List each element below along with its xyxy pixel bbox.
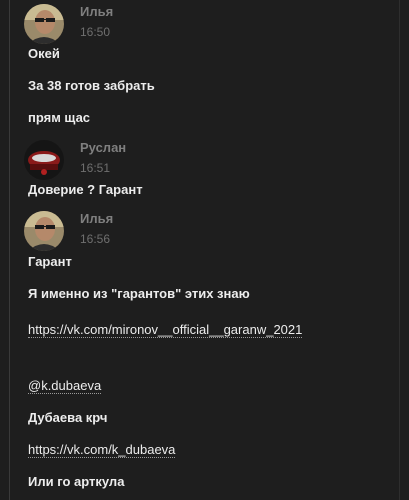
thread-rail: [9, 0, 10, 500]
timestamp: 16:56: [80, 232, 111, 246]
ilya-avatar-icon: [24, 211, 64, 251]
ruslan-avatar-icon: [24, 140, 64, 180]
user-mention[interactable]: @k.dubaeva: [28, 378, 102, 394]
avatar[interactable]: [24, 140, 64, 180]
message-text: Окей: [28, 46, 60, 61]
timestamp: 16:50: [80, 25, 111, 39]
message-text: Гарант: [28, 254, 72, 269]
message-text: Или го арткула: [28, 474, 125, 489]
author-name[interactable]: Руслан: [80, 140, 126, 155]
message-link[interactable]: https://vk.com/mironov__official__garanw…: [28, 322, 303, 338]
message-text: прям щас: [28, 110, 91, 125]
scroll-edge: [399, 0, 400, 500]
author-name[interactable]: Илья: [80, 211, 113, 226]
message-text: За 38 готов забрать: [28, 78, 155, 93]
avatar[interactable]: [24, 4, 64, 44]
message-text: Я именно из "гарантов" этих знаю: [28, 286, 250, 301]
author-name[interactable]: Илья: [80, 4, 113, 19]
message-link[interactable]: https://vk.com/k_dubaeva: [28, 442, 176, 458]
ilya-avatar-icon: [24, 4, 64, 44]
chat-history: Илья 16:50 Окей За 38 готов забрать прям…: [0, 0, 409, 500]
message-text: Дубаева крч: [28, 410, 108, 425]
avatar[interactable]: [24, 211, 64, 251]
message-text: Доверие ? Гарант: [28, 182, 143, 197]
timestamp: 16:51: [80, 161, 111, 175]
